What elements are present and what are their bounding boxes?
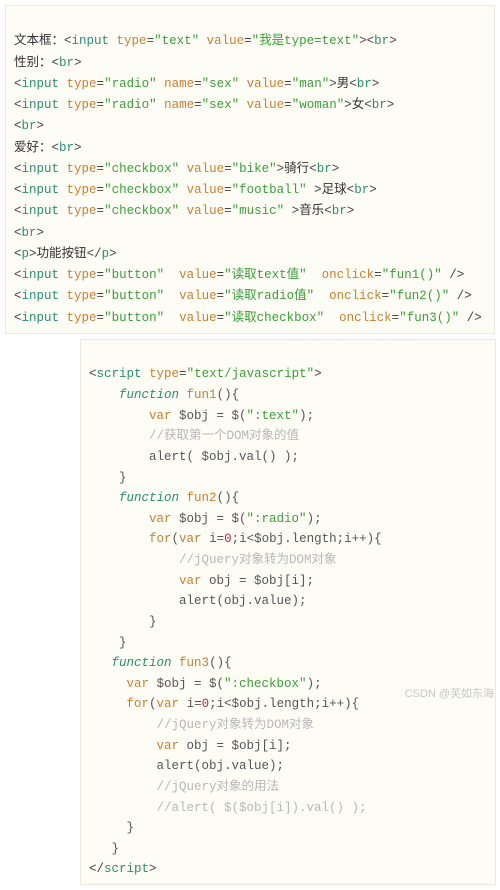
code-line: <input type="button" value="读取text值" onc… <box>14 268 464 282</box>
code-line: var obj = $obj[i]; <box>89 574 314 588</box>
code-line: <input type="checkbox" value="bike">骑行<b… <box>14 162 339 176</box>
code-line: } <box>89 471 127 485</box>
code-line: <input type="radio" name="sex" value="wo… <box>14 98 394 112</box>
code-line: } <box>89 821 134 835</box>
code-line: //alert( $($obj[i]).val() ); <box>89 801 367 815</box>
code-line: var $obj = $(":checkbox"); <box>89 677 322 691</box>
code-line: } <box>89 842 119 856</box>
code-line: 性别：<br> <box>14 56 82 70</box>
code-line: 爱好：<br> <box>14 141 82 155</box>
code-line: //jQuery对象的用法 <box>89 780 279 794</box>
code-line: for(var i=0;i<$obj.length;i++){ <box>89 532 382 546</box>
code-line: var obj = $obj[i]; <box>89 739 292 753</box>
code-line: <br> <box>14 226 44 240</box>
code-line: var $obj = $(":radio"); <box>89 512 322 526</box>
code-line: <input type="checkbox" value="football" … <box>14 183 377 197</box>
code-block-js: <script type="text/javascript"> function… <box>80 339 496 885</box>
code-line: <br> <box>14 119 44 133</box>
code-line: //jQuery对象转为DOM对象 <box>89 553 337 567</box>
code-line: alert( $obj.val() ); <box>89 450 299 464</box>
code-line: <script type="text/javascript"> <box>89 367 322 381</box>
code-line: <p>功能按钮</p> <box>14 247 117 261</box>
code-line: for(var i=0;i<$obj.length;i++){ <box>89 697 359 711</box>
code-line: <input type="radio" name="sex" value="ma… <box>14 77 379 91</box>
code-line: </script> <box>89 862 157 876</box>
code-line: <input type="button" value="读取radio值" on… <box>14 289 472 303</box>
code-line: alert(obj.value); <box>89 594 307 608</box>
watermark-text: CSDN @芙如东海 <box>405 685 494 704</box>
code-line: function fun3(){ <box>89 656 232 670</box>
code-line: <input type="checkbox" value="music" >音乐… <box>14 204 354 218</box>
code-block-html: 文本框：<input type="text" value="我是type=tex… <box>5 5 495 334</box>
code-line: } <box>89 636 127 650</box>
code-line: //jQuery对象转为DOM对象 <box>89 718 314 732</box>
code-line: } <box>89 615 157 629</box>
code-line: var $obj = $(":text"); <box>89 409 314 423</box>
code-line: alert(obj.value); <box>89 759 284 773</box>
code-line: function fun2(){ <box>89 491 239 505</box>
code-line: //获取第一个DOM对象的值 <box>89 429 299 443</box>
code-line: function fun1(){ <box>89 388 239 402</box>
code-line: 文本框：<input type="text" value="我是type=tex… <box>14 34 397 48</box>
code-line: <input type="button" value="读取checkbox" … <box>14 311 482 325</box>
